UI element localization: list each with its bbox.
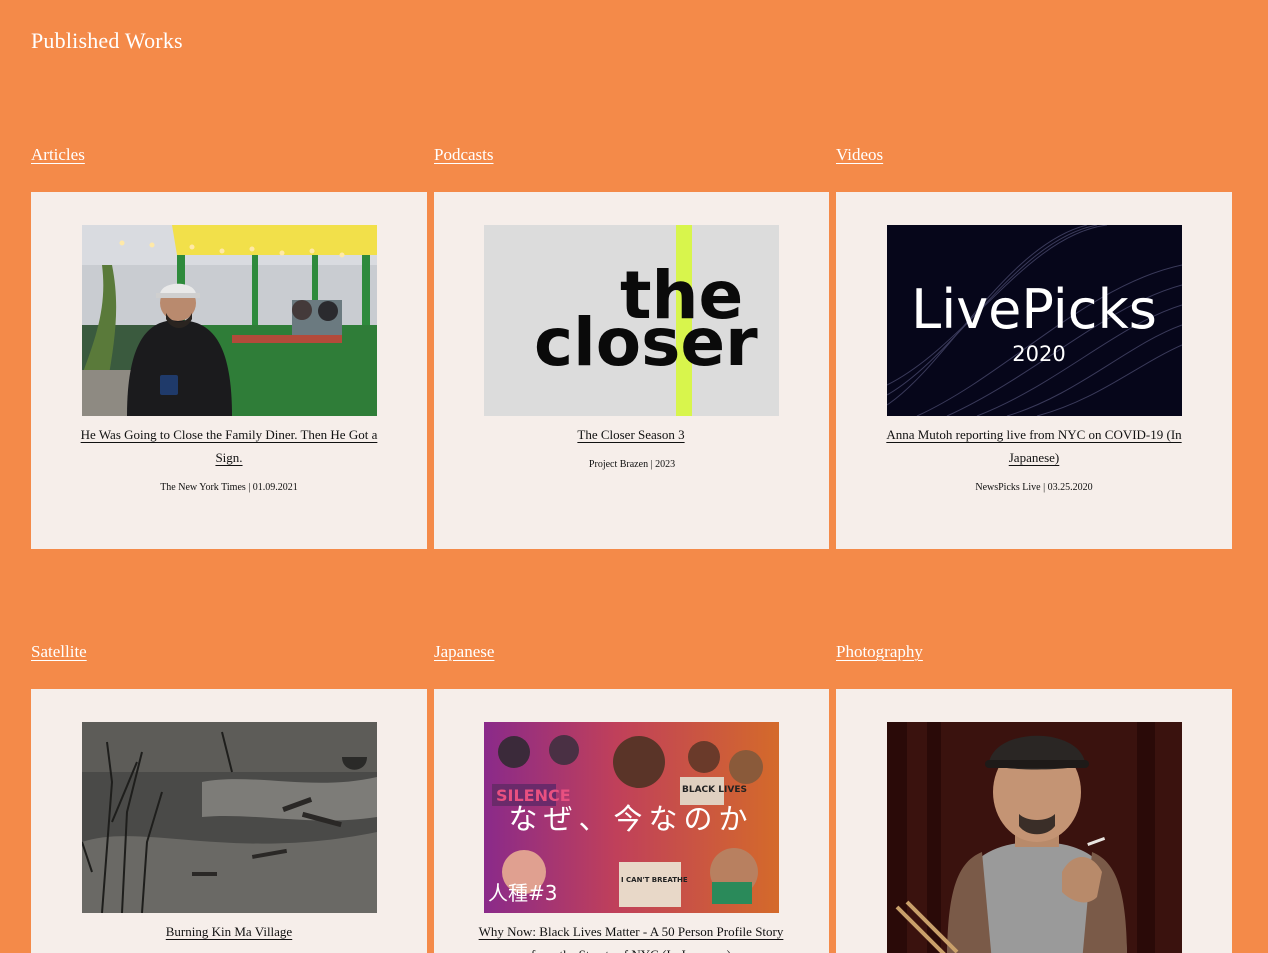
diner-photo[interactable] xyxy=(82,225,377,416)
meta-separator: | xyxy=(650,459,653,470)
section-videos: Videos LivePicks 2020 Anna Mutoh reporti… xyxy=(836,144,1232,549)
articles-link[interactable]: Articles xyxy=(31,144,85,166)
japanese-title-link[interactable]: Why Now: Black Lives Matter - A 50 Perso… xyxy=(477,920,785,953)
satellite-title-link[interactable]: Burning Kin Ma Village xyxy=(75,920,383,943)
blm-headline: なぜ、今なのか xyxy=(508,802,753,836)
meta-separator: | xyxy=(248,482,251,493)
satellite-card[interactable]: Burning Kin Ma Village xyxy=(31,689,427,953)
section-podcasts: Podcasts the closer The Closer Season 3 … xyxy=(434,144,829,549)
published-works-page: Published Works Articles He Was Going to… xyxy=(0,0,1268,953)
livepicks-year-text: 2020 xyxy=(1012,342,1065,366)
livepicks-logo-text: LivePicks xyxy=(911,278,1157,341)
podcasts-link[interactable]: Podcasts xyxy=(434,144,494,166)
section-japanese: Japanese SILENCE BLACK LIVES I CAN'T BRE… xyxy=(434,641,829,953)
video-title-link[interactable]: Anna Mutoh reporting live from NYC on CO… xyxy=(880,423,1188,469)
sign-cant-breathe: I CAN'T BREATHE xyxy=(621,876,688,884)
sign-black-lives: BLACK LIVES xyxy=(682,785,747,795)
section-photography: Photography xyxy=(836,641,1232,953)
photography-link[interactable]: Photography xyxy=(836,641,923,663)
article-card[interactable]: He Was Going to Close the Family Diner. … xyxy=(31,192,427,549)
video-date: 03.25.2020 xyxy=(1047,482,1093,493)
podcast-date: 2023 xyxy=(655,459,676,470)
japanese-link[interactable]: Japanese xyxy=(434,641,494,663)
meta-separator: | xyxy=(1043,482,1046,493)
video-card[interactable]: LivePicks 2020 Anna Mutoh reporting live… xyxy=(836,192,1232,549)
blm-episode-tag: 人種#3 xyxy=(488,881,557,905)
the-closer-logo[interactable]: the closer xyxy=(484,225,779,416)
satellite-link[interactable]: Satellite xyxy=(31,641,87,663)
video-meta: NewsPicks Live | 03.25.2020 xyxy=(856,482,1212,493)
podcast-card[interactable]: the closer The Closer Season 3 Project B… xyxy=(434,192,829,549)
article-title-link[interactable]: He Was Going to Close the Family Diner. … xyxy=(75,423,383,469)
podcast-title-link[interactable]: The Closer Season 3 xyxy=(477,423,785,446)
blm-collage[interactable]: SILENCE BLACK LIVES I CAN'T BREATHE なぜ、今… xyxy=(484,722,779,913)
videos-link[interactable]: Videos xyxy=(836,144,883,166)
closer-logo-text-2: closer xyxy=(534,304,758,381)
page-title: Published Works xyxy=(31,28,183,53)
japanese-card[interactable]: SILENCE BLACK LIVES I CAN'T BREATHE なぜ、今… xyxy=(434,689,829,953)
section-articles: Articles He Was Going to Close the Famil… xyxy=(31,144,427,549)
article-outlet: The New York Times xyxy=(160,482,246,493)
section-satellite: Satellite Burning Kin Ma Village xyxy=(31,641,427,953)
photography-card[interactable] xyxy=(836,689,1232,953)
podcast-outlet: Project Brazen xyxy=(588,459,649,470)
portrait-photo[interactable] xyxy=(887,722,1182,953)
podcast-meta: Project Brazen | 2023 xyxy=(454,459,810,470)
burned-village-photo[interactable] xyxy=(82,722,377,913)
article-date: 01.09.2021 xyxy=(252,482,298,493)
video-outlet: NewsPicks Live xyxy=(975,482,1041,493)
article-meta: The New York Times | 01.09.2021 xyxy=(51,482,407,493)
livepicks-logo[interactable]: LivePicks 2020 xyxy=(887,225,1182,416)
